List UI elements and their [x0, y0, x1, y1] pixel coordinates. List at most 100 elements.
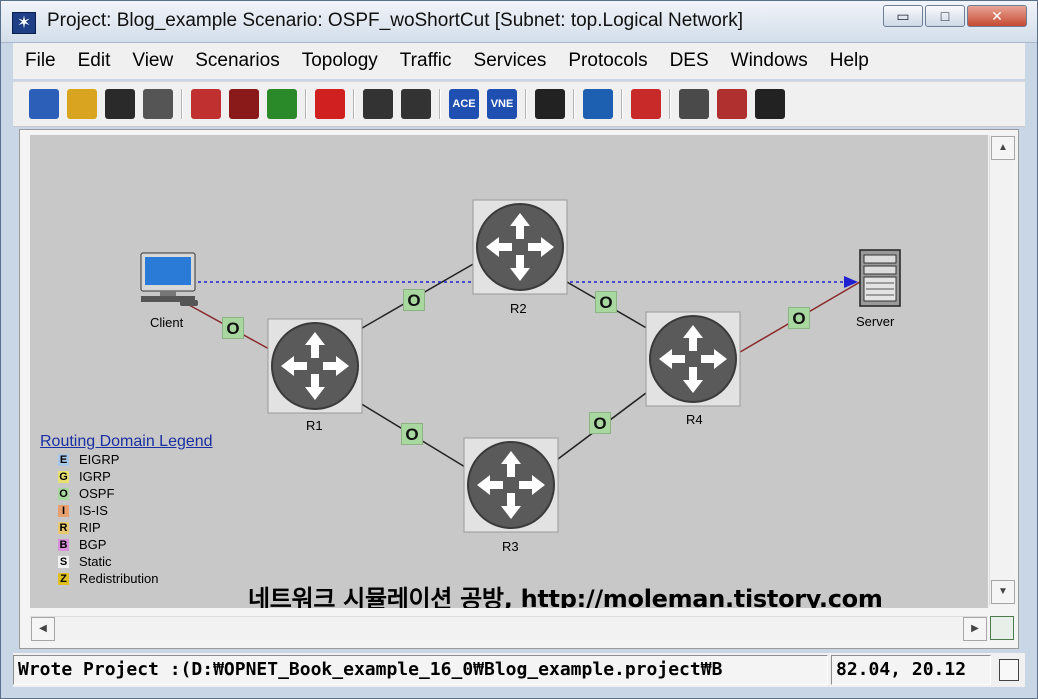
hide-graphs-icon[interactable]	[717, 89, 747, 119]
legend-item-rip: R RIP	[58, 519, 213, 536]
legend-code-badge: E	[58, 453, 69, 466]
cursor-coordinates: 82.04, 20.12	[831, 655, 991, 685]
legend-item-eigrp: E EIGRP	[58, 451, 213, 468]
demand-flow-arrowhead	[844, 276, 858, 288]
zoom-in-icon[interactable]	[363, 89, 393, 119]
menu-des-label: DES	[669, 50, 709, 71]
legend-list: E EIGRP G IGRP O OSPF I IS-IS R RIP B BGP S Static Z Re…	[40, 451, 213, 587]
legend-item-igrp: G IGRP	[58, 468, 213, 485]
router-icon	[645, 311, 741, 407]
legend-item-label: IGRP	[79, 469, 111, 484]
toolbar-separator	[181, 89, 183, 119]
app-icon: ✶	[12, 12, 36, 34]
node-label-r2: R2	[510, 301, 527, 316]
legend-title[interactable]: Routing Domain Legend	[40, 433, 213, 451]
legend-code-badge: Z	[58, 572, 69, 585]
maximize-button[interactable]: □	[925, 5, 965, 27]
legend-item-label: Static	[79, 554, 112, 569]
scroll-left-arrow-icon[interactable]: ◀	[31, 617, 55, 641]
project-workspace: Client R1 R2 R3 R4 Server O O O O O O Ro…	[19, 129, 1019, 649]
rapid-config-icon[interactable]	[191, 89, 221, 119]
legend-code-badge: R	[58, 521, 69, 534]
legend-item-bgp: B BGP	[58, 536, 213, 553]
node-label-server: Server	[856, 314, 895, 329]
node-label-client: Client	[150, 315, 184, 330]
network-canvas[interactable]: Client R1 R2 R3 R4 Server O O O O O O Ro…	[30, 135, 988, 608]
application-window: ✶ Project: Blog_example Scenario: OSPF_w…	[0, 0, 1038, 699]
menu-topology[interactable]: Topology	[302, 50, 378, 72]
vertical-scrollbar[interactable]: ▲ ▼	[989, 135, 1015, 605]
menu-edit[interactable]: Edit	[78, 50, 111, 72]
ospf-badge-r2-r4: O	[595, 291, 617, 313]
scroll-up-arrow-icon[interactable]: ▲	[991, 136, 1015, 160]
toolbar-separator	[305, 89, 307, 119]
router-r3[interactable]	[463, 437, 559, 533]
menu-windows[interactable]: Windows	[731, 50, 808, 72]
menu-scenarios[interactable]: Scenarios	[195, 50, 280, 72]
menu-help-label: Help	[829, 50, 869, 71]
print-icon[interactable]	[143, 89, 173, 119]
menu-file-label: File	[25, 50, 56, 71]
return-parent-icon[interactable]	[315, 89, 345, 119]
ospf-badge-r1-r2: O	[403, 289, 425, 311]
ospf-badge-r1-r3: O	[401, 423, 423, 445]
legend-item-redistribution: Z Redistribution	[58, 570, 213, 587]
log-icon[interactable]	[755, 89, 785, 119]
legend-item-label: RIP	[79, 520, 101, 535]
minimize-button[interactable]: ▭	[883, 5, 923, 27]
scroll-right-arrow-icon[interactable]: ▶	[963, 617, 987, 641]
legend-item-is-is: I IS-IS	[58, 502, 213, 519]
close-button[interactable]: ✕	[967, 5, 1027, 27]
horizontal-scrollbar[interactable]: ◀ ▶	[30, 616, 988, 641]
menu-file[interactable]: File	[25, 50, 56, 72]
traffic-light-icon[interactable]	[535, 89, 565, 119]
menu-services-label: Services	[473, 50, 547, 71]
watermark-text: 네트워크 시뮬레이션 공방, http://moleman.tistory.co…	[248, 585, 883, 608]
run-des-icon[interactable]	[631, 89, 661, 119]
legend-item-label: BGP	[79, 537, 107, 552]
zoom-out-icon[interactable]	[401, 89, 431, 119]
node-label-r3: R3	[502, 539, 519, 554]
menu-traffic[interactable]: Traffic	[400, 50, 452, 72]
scroll-down-arrow-icon[interactable]: ▼	[991, 580, 1015, 604]
new-project-icon[interactable]	[29, 89, 59, 119]
menu-edit-label: Edit	[77, 50, 111, 71]
menu-protocols-label: Protocols	[568, 50, 648, 71]
router-r4[interactable]	[645, 311, 741, 407]
title-bar[interactable]: ✶ Project: Blog_example Scenario: OSPF_w…	[1, 1, 1037, 43]
recover-link-icon[interactable]	[267, 89, 297, 119]
legend-code-badge: I	[58, 504, 69, 517]
menu-des[interactable]: DES	[670, 50, 709, 72]
toolbar-separator	[573, 89, 575, 119]
legend-code-badge: S	[58, 555, 69, 568]
save-icon[interactable]	[105, 89, 135, 119]
menu-view-label: View	[132, 50, 174, 71]
ospf-badge-r4-server: O	[788, 307, 810, 329]
menu-scenarios-label: Scenarios	[195, 50, 280, 71]
fit-view-icon[interactable]	[990, 616, 1014, 640]
menu-help[interactable]: Help	[830, 50, 869, 72]
menu-protocols[interactable]: Protocols	[568, 50, 647, 72]
open-folder-icon[interactable]	[67, 89, 97, 119]
window-title: Project: Blog_example Scenario: OSPF_woS…	[47, 10, 743, 31]
legend-item-label: Redistribution	[79, 571, 159, 586]
status-message: Wrote Project :(D:₩OPNET_Book_example_16…	[13, 655, 828, 685]
router-icon	[472, 199, 568, 295]
router-r1[interactable]	[267, 318, 363, 414]
router-r2[interactable]	[472, 199, 568, 295]
menu-services[interactable]: Services	[474, 50, 547, 72]
fail-link-icon[interactable]	[229, 89, 259, 119]
toolbar: ACE VNE	[13, 81, 1025, 127]
message-log-icon[interactable]	[999, 659, 1019, 681]
ace-import-icon[interactable]: ACE	[449, 89, 479, 119]
menu-view[interactable]: View	[132, 50, 173, 72]
routing-domain-legend: Routing Domain Legend E EIGRP G IGRP O OSPF I I…	[40, 433, 213, 587]
vne-import-icon[interactable]: VNE	[487, 89, 517, 119]
view-results-icon[interactable]	[679, 89, 709, 119]
router-icon	[267, 318, 363, 414]
toolbar-separator	[439, 89, 441, 119]
toolbar-separator	[525, 89, 527, 119]
configure-sim-icon[interactable]	[583, 89, 613, 119]
legend-item-label: OSPF	[79, 486, 115, 501]
server-icon	[859, 249, 901, 307]
